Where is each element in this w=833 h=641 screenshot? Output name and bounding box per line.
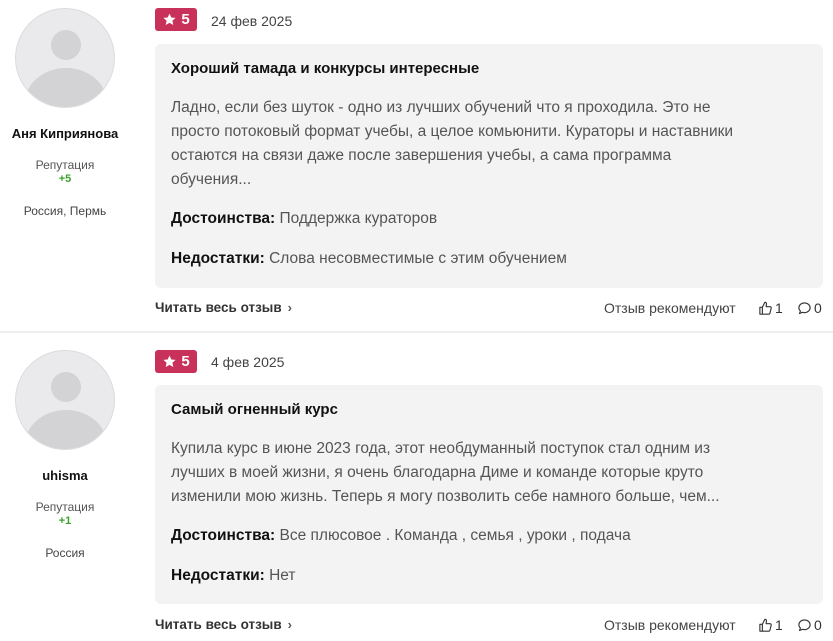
review-pros: Достоинства: Поддержка кураторов — [171, 210, 437, 228]
review-cons: Недостатки: Слова несовместимые с этим о… — [171, 250, 567, 268]
chevron-right-icon: › — [287, 300, 292, 315]
review-card: Самый огненный курс Купила курс в июне 2… — [155, 385, 823, 604]
rating-value: 5 — [181, 11, 190, 28]
pros-text: Поддержка кураторов — [279, 210, 438, 227]
review-text-line: обучения... — [171, 171, 252, 188]
review-date: 24 фев 2025 — [211, 13, 293, 29]
read-more-label: Читать весь отзыв — [155, 617, 282, 632]
comments-button[interactable]: 0 — [797, 300, 822, 316]
like-button[interactable]: 1 — [758, 300, 783, 316]
review-item: Аня Киприянова Репутация +5 Россия, Перм… — [0, 0, 833, 331]
recommend-label: Отзыв рекомендуют — [604, 617, 736, 633]
review-text-line: просто потоковый формат учебы, а целое к… — [171, 123, 734, 140]
comments-button[interactable]: 0 — [797, 617, 822, 633]
cons-text: Нет — [269, 567, 296, 584]
like-button[interactable]: 1 — [758, 617, 783, 633]
reputation-value: +5 — [58, 173, 72, 185]
avatar[interactable] — [15, 350, 115, 450]
thumbs-up-icon — [759, 301, 772, 315]
star-icon — [163, 13, 176, 25]
reputation-label: Репутация — [35, 500, 95, 514]
star-icon — [163, 355, 176, 367]
review-card: Хороший тамада и конкурсы интересные Лад… — [155, 44, 823, 288]
recommend-label: Отзыв рекомендуют — [604, 300, 736, 316]
pros-label: Достоинства: — [171, 527, 276, 544]
review-title[interactable]: Хороший тамада и конкурсы интересные — [171, 60, 479, 77]
likes-count: 1 — [775, 300, 783, 316]
review-cons: Недостатки: Нет — [171, 567, 296, 585]
review-text-line: Купила курс в июне 2023 года, этот необд… — [171, 440, 711, 457]
comment-icon — [798, 618, 811, 631]
review-text-line: остаются на связи даже после завершения … — [171, 147, 672, 164]
avatar[interactable] — [15, 8, 115, 108]
review-date: 4 фев 2025 — [211, 354, 285, 370]
author-location: Россия — [45, 546, 85, 560]
thumbs-up-icon — [759, 618, 772, 632]
pros-text: Все плюсовое . Команда , семья , уроки ,… — [279, 527, 631, 544]
author-location: Россия, Пермь — [23, 204, 107, 218]
rating-value: 5 — [181, 353, 190, 370]
author-name[interactable]: Аня Киприянова — [0, 126, 130, 141]
review-text-line: Ладно, если без шуток - одно из лучших о… — [171, 99, 711, 116]
chevron-right-icon: › — [287, 617, 292, 632]
rating-badge: 5 — [155, 8, 197, 31]
cons-text: Слова несовместимые с этим обучением — [269, 250, 567, 267]
review-item: uhisma Репутация +1 Россия 5 4 фев 2025 … — [0, 333, 833, 641]
likes-count: 1 — [775, 617, 783, 633]
review-text: Купила курс в июне 2023 года, этот необд… — [171, 437, 801, 509]
read-more-label: Читать весь отзыв — [155, 300, 282, 315]
read-full-review-link[interactable]: Читать весь отзыв › — [155, 300, 292, 315]
cons-label: Недостатки: — [171, 567, 265, 584]
comments-count: 0 — [814, 300, 822, 316]
author-name[interactable]: uhisma — [0, 468, 130, 483]
pros-label: Достоинства: — [171, 210, 276, 227]
review-text: Ладно, если без шуток - одно из лучших о… — [171, 96, 801, 192]
comments-count: 0 — [814, 617, 822, 633]
cons-label: Недостатки: — [171, 250, 265, 267]
review-title[interactable]: Самый огненный курс — [171, 401, 338, 418]
review-pros: Достоинства: Все плюсовое . Команда , се… — [171, 527, 631, 545]
reputation-label: Репутация — [35, 158, 95, 172]
review-text-line: изменили мою жизнь. Теперь я могу позвол… — [171, 488, 720, 505]
reputation-value: +1 — [58, 515, 72, 527]
read-full-review-link[interactable]: Читать весь отзыв › — [155, 617, 292, 632]
comment-icon — [798, 301, 811, 314]
review-text-line: лучших в моей жизни, я очень благодарна … — [171, 464, 704, 481]
rating-badge: 5 — [155, 350, 197, 373]
